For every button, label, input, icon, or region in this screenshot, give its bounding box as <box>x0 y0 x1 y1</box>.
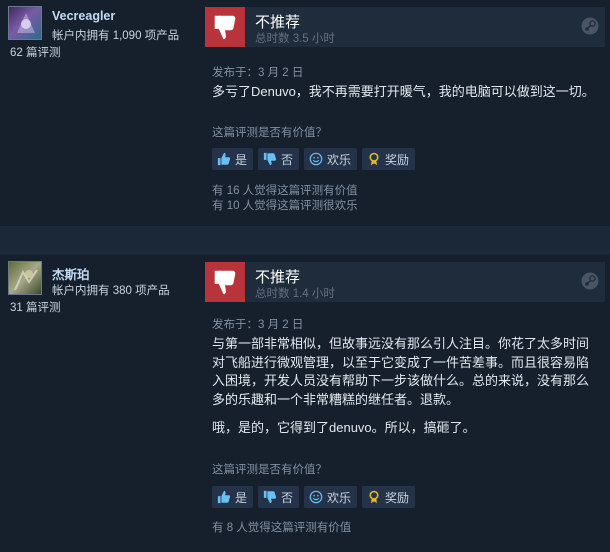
author-name[interactable]: 杰斯珀 <box>52 264 90 283</box>
thumbs-down-icon <box>263 152 277 166</box>
review-card: 杰斯珀 帐户内拥有 380 项产品 31 篇评测 不推荐 总时数 1.4 小时 … <box>0 255 610 552</box>
vote-no-button[interactable]: 否 <box>258 148 300 170</box>
review-verdict: 不推荐 <box>255 14 301 31</box>
vote-funny-button[interactable]: 欢乐 <box>304 148 358 170</box>
vote-no-label: 否 <box>281 152 294 167</box>
review-verdict: 不推荐 <box>255 269 301 286</box>
author-products-count[interactable]: 帐户内拥有 380 项产品 <box>52 282 170 298</box>
vote-funny-label: 欢乐 <box>327 152 352 167</box>
award-button[interactable]: 奖励 <box>362 148 416 170</box>
author-reviews-count[interactable]: 31 篇评测 <box>10 299 61 315</box>
review-hours: 总时数 3.5 小时 <box>255 33 335 45</box>
review-content: 多亏了Denuvo，我不再需要打开暖气，我的电脑可以做到这一切。 <box>212 83 600 112</box>
vote-no-label: 否 <box>281 490 294 505</box>
vote-no-button[interactable]: 否 <box>258 486 300 508</box>
award-icon <box>367 490 381 504</box>
review-posted-date: 发布于：3 月 2 日 <box>212 67 304 79</box>
vote-yes-button[interactable]: 是 <box>212 486 254 508</box>
helpful-question: 这篇评测是否有价值？ <box>212 127 327 139</box>
review-paragraph: 与第一部非常相似，但故事远没有那么引人注目。你花了太多时间对飞船进行微观管理，以… <box>212 336 590 407</box>
steam-icon <box>581 17 599 35</box>
award-label: 奖励 <box>385 490 410 505</box>
vote-yes-label: 是 <box>235 490 248 505</box>
thumbs-up-icon <box>217 152 231 166</box>
review-card: Vecreagler 帐户内拥有 1,090 项产品 62 篇评测 不推荐 总时… <box>0 0 610 226</box>
smiley-icon <box>309 490 323 504</box>
helpful-stat: 有 16 人觉得这篇评测有价值 <box>212 185 358 197</box>
thumbs-down-icon <box>263 490 277 504</box>
helpful-stat: 有 8 人觉得这篇评测有价值 <box>212 522 352 534</box>
vote-funny-button[interactable]: 欢乐 <box>304 486 358 508</box>
avatar[interactable] <box>8 261 42 295</box>
review-posted-date: 发布于：3 月 2 日 <box>212 319 304 331</box>
award-button[interactable]: 奖励 <box>362 486 416 508</box>
review-divider <box>0 226 610 255</box>
review-verdict-header[interactable]: 不推荐 总时数 1.4 小时 <box>205 262 605 302</box>
steam-icon <box>581 272 599 290</box>
award-label: 奖励 <box>385 152 410 167</box>
thumbs-down-icon <box>205 262 245 302</box>
vote-buttons: 是 否 欢乐 奖励 <box>212 148 416 170</box>
thumbs-down-icon <box>205 7 245 47</box>
vote-yes-label: 是 <box>235 152 248 167</box>
review-verdict-header[interactable]: 不推荐 总时数 3.5 小时 <box>205 7 605 47</box>
funny-stat: 有 10 人觉得这篇评测很欢乐 <box>212 200 358 212</box>
author-reviews-count[interactable]: 62 篇评测 <box>10 44 61 60</box>
review-paragraph: 哦，是的，它得到了denuvo。所以，搞砸了。 <box>212 420 476 435</box>
author-name[interactable]: Vecreagler <box>52 9 115 23</box>
review-content: 与第一部非常相似，但故事远没有那么引人注目。你花了太多时间对飞船进行微观管理，以… <box>212 335 600 448</box>
review-paragraph: 多亏了Denuvo，我不再需要打开暖气，我的电脑可以做到这一切。 <box>212 84 595 99</box>
vote-funny-label: 欢乐 <box>327 490 352 505</box>
award-icon <box>367 152 381 166</box>
thumbs-up-icon <box>217 490 231 504</box>
review-hours: 总时数 1.4 小时 <box>255 288 335 300</box>
avatar[interactable] <box>8 6 42 40</box>
smiley-icon <box>309 152 323 166</box>
vote-buttons: 是 否 欢乐 奖励 <box>212 486 416 508</box>
vote-yes-button[interactable]: 是 <box>212 148 254 170</box>
helpful-question: 这篇评测是否有价值？ <box>212 464 327 476</box>
author-products-count[interactable]: 帐户内拥有 1,090 项产品 <box>52 27 179 43</box>
